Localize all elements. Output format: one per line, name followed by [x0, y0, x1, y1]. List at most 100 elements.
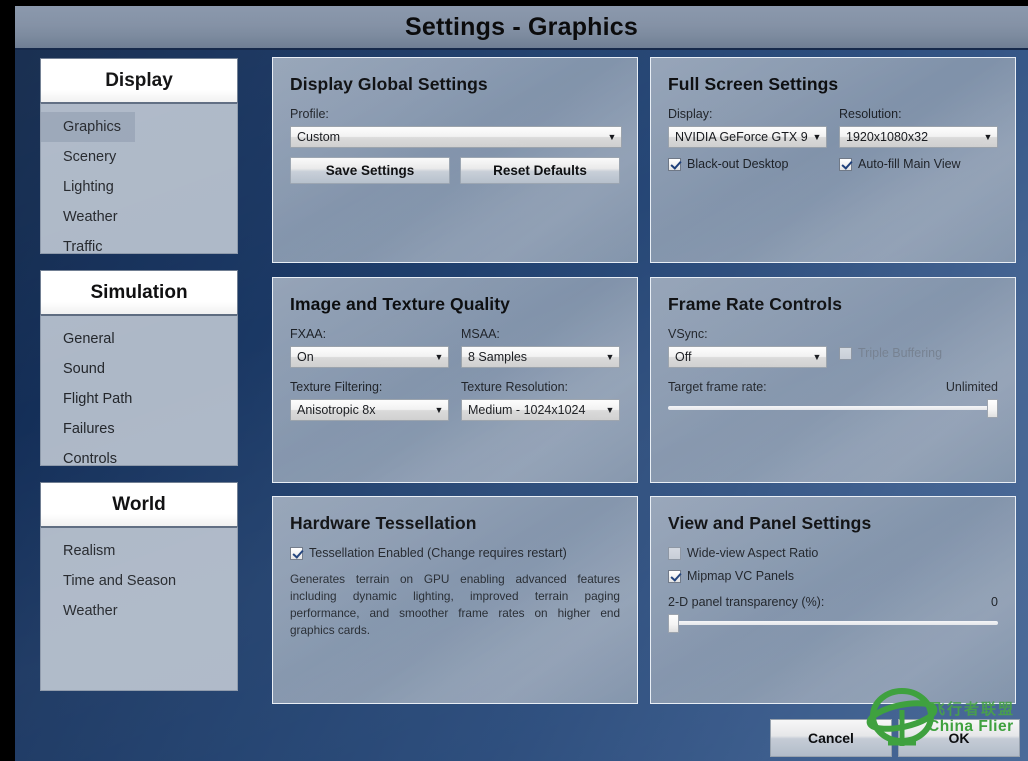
texture-resolution-value: Medium - 1024x1024: [462, 403, 601, 417]
reset-defaults-button[interactable]: Reset Defaults: [460, 157, 620, 184]
chevron-down-icon: ▼: [430, 353, 448, 362]
msaa-value: 8 Samples: [462, 350, 601, 364]
sidebar-header-world: World: [40, 482, 238, 526]
panel-display-global-settings: Display Global Settings Profile: Custom …: [272, 57, 638, 263]
settings-window: Settings - Graphics Display Graphics Sce…: [0, 0, 1028, 761]
panel-transparency-label: 2-D panel transparency (%):: [668, 595, 824, 609]
sidebar: Display Graphics Scenery Lighting Weathe…: [40, 58, 238, 691]
panel-title-display-global: Display Global Settings: [290, 74, 620, 95]
slider-thumb[interactable]: [668, 614, 679, 633]
sidebar-item-world-weather[interactable]: Weather: [41, 596, 237, 626]
sidebar-item-lighting[interactable]: Lighting: [41, 172, 237, 202]
chevron-down-icon: ▼: [601, 353, 619, 362]
cancel-button[interactable]: Cancel: [770, 719, 892, 757]
mipmap-vc-panels-checkbox[interactable]: [668, 570, 681, 583]
chevron-down-icon: ▼: [808, 353, 826, 362]
panel-title-hardware-tessellation: Hardware Tessellation: [290, 513, 620, 534]
panel-title-image-texture: Image and Texture Quality: [290, 294, 620, 315]
slider-thumb[interactable]: [987, 399, 998, 418]
tessellation-enabled-checkbox[interactable]: [290, 547, 303, 560]
mipmap-vc-panels-row[interactable]: Mipmap VC Panels: [668, 569, 998, 583]
fxaa-value: On: [291, 350, 430, 364]
sidebar-item-graphics[interactable]: Graphics: [41, 112, 135, 142]
panel-title-full-screen: Full Screen Settings: [668, 74, 998, 95]
triple-buffering-label: Triple Buffering: [858, 346, 942, 360]
msaa-label: MSAA:: [461, 327, 620, 342]
tessellation-enabled-label: Tessellation Enabled (Change requires re…: [309, 546, 567, 560]
window-top-edge: [0, 0, 1028, 6]
wide-view-aspect-ratio-checkbox[interactable]: [668, 547, 681, 560]
resolution-label: Resolution:: [839, 107, 998, 122]
sidebar-item-weather[interactable]: Weather: [41, 202, 237, 232]
sidebar-item-scenery[interactable]: Scenery: [41, 142, 237, 172]
vsync-value: Off: [669, 350, 808, 364]
texture-filtering-value: Anisotropic 8x: [291, 403, 430, 417]
panel-transparency-header: 2-D panel transparency (%): 0: [668, 595, 998, 609]
target-frame-rate-value: Unlimited: [946, 380, 998, 394]
fxaa-select[interactable]: On ▼: [290, 346, 449, 368]
panel-frame-rate-controls: Frame Rate Controls VSync: Off ▼ Triple …: [650, 277, 1016, 483]
sidebar-item-time-and-season[interactable]: Time and Season: [41, 566, 237, 596]
sidebar-group-simulation: General Sound Flight Path Failures Contr…: [40, 314, 238, 466]
display-value: NVIDIA GeForce GTX 9: [669, 130, 808, 144]
sidebar-header-display: Display: [40, 58, 238, 102]
panel-transparency-slider[interactable]: [668, 615, 998, 631]
slider-rail: [668, 406, 998, 410]
chevron-down-icon: ▼: [808, 133, 826, 142]
panel-title-view-panel: View and Panel Settings: [668, 513, 998, 534]
sidebar-item-flight-path[interactable]: Flight Path: [41, 384, 237, 414]
page-title: Settings - Graphics: [15, 6, 1028, 48]
sidebar-spacer-2: [40, 466, 238, 482]
window-left-edge: [0, 0, 15, 761]
panel-title-frame-rate: Frame Rate Controls: [668, 294, 998, 315]
mipmap-vc-panels-label: Mipmap VC Panels: [687, 569, 794, 583]
vsync-label: VSync:: [668, 327, 827, 342]
wide-view-aspect-ratio-label: Wide-view Aspect Ratio: [687, 546, 818, 560]
sidebar-header-simulation: Simulation: [40, 270, 238, 314]
blackout-desktop-row[interactable]: Black-out Desktop: [668, 157, 827, 171]
sidebar-group-world: Realism Time and Season Weather: [40, 526, 238, 691]
texture-filtering-label: Texture Filtering:: [290, 380, 449, 395]
panel-view-and-panel-settings: View and Panel Settings Wide-view Aspect…: [650, 496, 1016, 704]
panel-full-screen-settings: Full Screen Settings Display: NVIDIA GeF…: [650, 57, 1016, 263]
tessellation-enabled-row[interactable]: Tessellation Enabled (Change requires re…: [290, 546, 620, 560]
save-settings-button[interactable]: Save Settings: [290, 157, 450, 184]
display-select[interactable]: NVIDIA GeForce GTX 9 ▼: [668, 126, 827, 148]
auto-fill-main-view-row[interactable]: Auto-fill Main View: [839, 157, 998, 171]
profile-value: Custom: [291, 130, 603, 144]
target-frame-rate-label: Target frame rate:: [668, 380, 767, 394]
chevron-down-icon: ▼: [603, 133, 621, 142]
resolution-value: 1920x1080x32: [840, 130, 979, 144]
vsync-select[interactable]: Off ▼: [668, 346, 827, 368]
sidebar-item-realism[interactable]: Realism: [41, 536, 237, 566]
resolution-select[interactable]: 1920x1080x32 ▼: [839, 126, 998, 148]
auto-fill-main-view-label: Auto-fill Main View: [858, 157, 961, 171]
target-frame-rate-header: Target frame rate: Unlimited: [668, 380, 998, 394]
chevron-down-icon: ▼: [430, 406, 448, 415]
window-title-bar: Settings - Graphics: [15, 6, 1028, 50]
chevron-down-icon: ▼: [979, 133, 997, 142]
ok-button[interactable]: OK: [898, 719, 1020, 757]
panel-image-and-texture-quality: Image and Texture Quality FXAA: On ▼ MSA…: [272, 277, 638, 483]
triple-buffering-row: Triple Buffering: [839, 346, 998, 360]
texture-resolution-label: Texture Resolution:: [461, 380, 620, 395]
sidebar-spacer-1: [40, 254, 238, 270]
blackout-desktop-label: Black-out Desktop: [687, 157, 788, 171]
auto-fill-main-view-checkbox[interactable]: [839, 158, 852, 171]
panel-hardware-tessellation: Hardware Tessellation Tessellation Enabl…: [272, 496, 638, 704]
profile-select[interactable]: Custom ▼: [290, 126, 622, 148]
chevron-down-icon: ▼: [601, 406, 619, 415]
wide-view-aspect-ratio-row[interactable]: Wide-view Aspect Ratio: [668, 546, 998, 560]
blackout-desktop-checkbox[interactable]: [668, 158, 681, 171]
sidebar-group-display: Graphics Scenery Lighting Weather Traffi…: [40, 102, 238, 254]
sidebar-item-failures[interactable]: Failures: [41, 414, 237, 444]
texture-filtering-select[interactable]: Anisotropic 8x ▼: [290, 399, 449, 421]
msaa-select[interactable]: 8 Samples ▼: [461, 346, 620, 368]
profile-label: Profile:: [290, 107, 620, 122]
display-label: Display:: [668, 107, 827, 122]
sidebar-item-general[interactable]: General: [41, 324, 237, 354]
sidebar-item-sound[interactable]: Sound: [41, 354, 237, 384]
slider-rail: [668, 621, 998, 625]
texture-resolution-select[interactable]: Medium - 1024x1024 ▼: [461, 399, 620, 421]
target-frame-rate-slider[interactable]: [668, 400, 998, 416]
